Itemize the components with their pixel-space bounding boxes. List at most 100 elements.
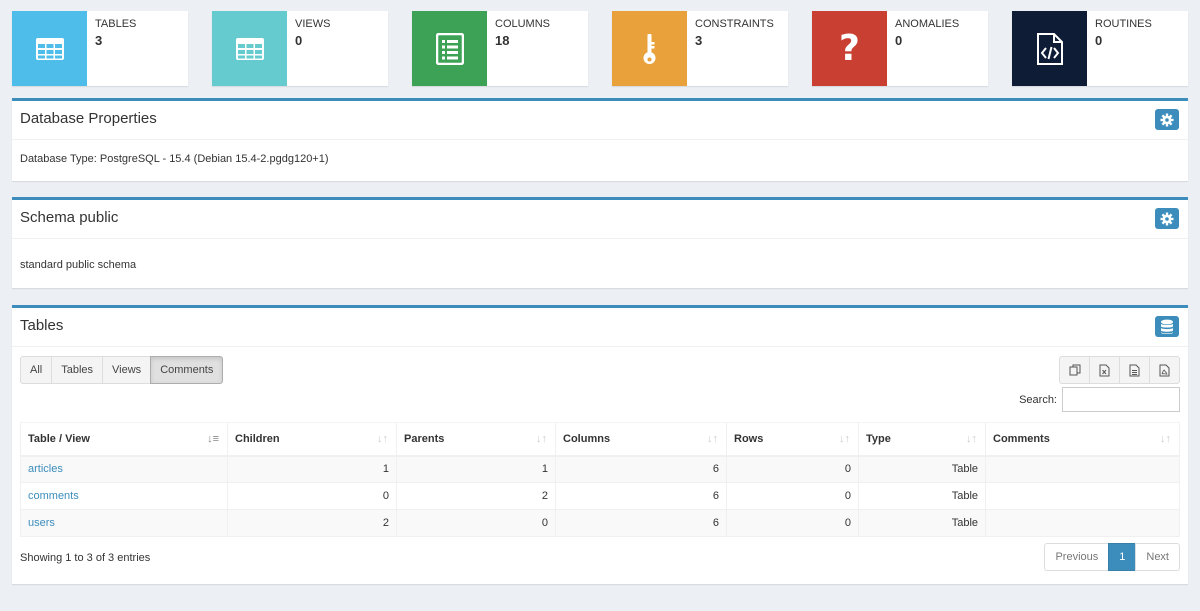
sort-icon: ↓↑ (536, 433, 547, 445)
stat-label: ROUTINES (1095, 18, 1152, 30)
table-row: users 2 0 6 0 Table (20, 509, 1180, 537)
stat-value: 0 (895, 33, 903, 48)
schema-description: standard public schema (20, 259, 137, 271)
comments-cell (985, 509, 1180, 537)
comments-cell (985, 482, 1180, 510)
table-link[interactable]: articles (28, 463, 63, 475)
tables-panel: Tables All Tables Views Comments Search:… (12, 305, 1188, 584)
settings-button[interactable] (1155, 109, 1179, 130)
column-header-columns[interactable]: Columns ↓↑ (555, 422, 727, 457)
panel-title: Database Properties (20, 110, 157, 127)
stat-tables[interactable]: TABLES 3 (12, 11, 188, 86)
database-type-text: Database Type: PostgreSQL - 15.4 (Debian… (20, 153, 329, 165)
export-button-group (1059, 356, 1180, 384)
stat-label: ANOMALIES (895, 18, 960, 30)
question-icon: ? (812, 11, 887, 86)
database-properties-panel: Database Properties Database Type: Postg… (12, 98, 1188, 181)
excel-file-icon (1099, 364, 1110, 376)
table-row: articles 1 1 6 0 Table (20, 455, 1180, 483)
parents-cell: 0 (396, 509, 556, 537)
column-header-label: Columns (563, 432, 611, 445)
stat-views[interactable]: VIEWS 0 (212, 11, 388, 86)
table-row: comments 0 2 6 0 Table (20, 482, 1180, 510)
column-header-type[interactable]: Type ↓↑ (858, 422, 986, 457)
key-icon (612, 11, 687, 86)
stat-value: 0 (295, 33, 303, 48)
rows-cell: 0 (726, 455, 859, 483)
gear-icon (1160, 212, 1174, 225)
stat-value: 3 (695, 33, 703, 48)
column-header-label: Parents (404, 432, 445, 445)
sort-icon: ↓↑ (707, 433, 718, 445)
stat-label: VIEWS (295, 18, 331, 30)
tables-table: Table / View ↓≡ Children ↓↑ Parents ↓↑ Colu… (20, 422, 1180, 537)
children-cell: 2 (227, 509, 397, 537)
column-header-table-view[interactable]: Table / View ↓≡ (20, 422, 228, 457)
columns-cell: 6 (555, 455, 727, 483)
filter-tables-button[interactable]: Tables (51, 356, 104, 384)
table-link[interactable]: comments (28, 490, 79, 502)
stat-anomalies[interactable]: ? ANOMALIES 0 (812, 11, 988, 86)
column-header-rows[interactable]: Rows ↓↑ (726, 422, 859, 457)
stats-row: TABLES 3 VIEWS 0 COLUMNS 18 CONSTRAINTS … (12, 11, 1188, 86)
column-header-label: Comments (993, 432, 1050, 445)
table-search: Search: (1019, 387, 1180, 412)
children-cell: 0 (227, 482, 397, 510)
settings-button[interactable] (1155, 208, 1179, 229)
column-header-comments[interactable]: Comments ↓↑ (985, 422, 1180, 457)
panel-title: Schema public (20, 209, 119, 226)
column-header-label: Table / View (28, 432, 90, 445)
columns-cell: 6 (555, 482, 727, 510)
parents-cell: 1 (396, 455, 556, 483)
column-header-children[interactable]: Children ↓↑ (227, 422, 397, 457)
list-icon (412, 11, 487, 86)
stat-constraints[interactable]: CONSTRAINTS 3 (612, 11, 788, 86)
filter-views-button[interactable]: Views (102, 356, 152, 384)
parents-cell: 2 (396, 482, 556, 510)
gear-icon (1160, 113, 1174, 126)
rows-cell: 0 (726, 509, 859, 537)
stat-columns[interactable]: COLUMNS 18 (412, 11, 588, 86)
sort-asc-icon: ↓≡ (207, 433, 219, 445)
comments-cell (985, 455, 1180, 483)
stat-value: 3 (95, 33, 103, 48)
filter-comments-button[interactable]: Comments (150, 356, 224, 384)
previous-page-button[interactable]: Previous (1044, 543, 1110, 571)
database-icon (1161, 319, 1173, 334)
rows-cell: 0 (726, 482, 859, 510)
copy-icon (1069, 364, 1080, 376)
type-cell: Table (858, 509, 986, 537)
stat-routines[interactable]: ROUTINES 0 (1012, 11, 1188, 86)
sort-icon: ↓↑ (1160, 433, 1171, 445)
children-cell: 1 (227, 455, 397, 483)
type-cell: Table (858, 455, 986, 483)
column-header-parents[interactable]: Parents ↓↑ (396, 422, 556, 457)
excel-export-button[interactable] (1089, 356, 1120, 384)
table-icon (12, 11, 87, 86)
table-filter-group: All Tables Views Comments (20, 356, 224, 384)
search-input[interactable] (1062, 387, 1180, 412)
stat-value: 0 (1095, 33, 1103, 48)
column-header-label: Rows (734, 432, 764, 445)
csv-export-button[interactable] (1119, 356, 1150, 384)
sort-icon: ↓↑ (839, 433, 850, 445)
sort-icon: ↓↑ (966, 433, 977, 445)
pdf-export-button[interactable] (1149, 356, 1180, 384)
filter-all-button[interactable]: All (20, 356, 53, 384)
page-1-button[interactable]: 1 (1108, 543, 1137, 571)
pdf-file-icon (1159, 364, 1170, 376)
table-icon (212, 11, 287, 86)
schema-panel: Schema public standard public schema (12, 197, 1188, 288)
file-text-icon (1129, 364, 1140, 376)
table-link[interactable]: users (28, 517, 55, 529)
database-button[interactable] (1155, 316, 1179, 337)
copy-button[interactable] (1059, 356, 1090, 384)
columns-cell: 6 (555, 509, 727, 537)
code-file-icon (1012, 11, 1087, 86)
stat-label: COLUMNS (495, 18, 551, 30)
stat-label: CONSTRAINTS (695, 18, 774, 30)
next-page-button[interactable]: Next (1135, 543, 1180, 571)
column-header-label: Children (235, 432, 280, 445)
panel-title: Tables (20, 317, 64, 334)
column-header-label: Type (866, 432, 891, 445)
